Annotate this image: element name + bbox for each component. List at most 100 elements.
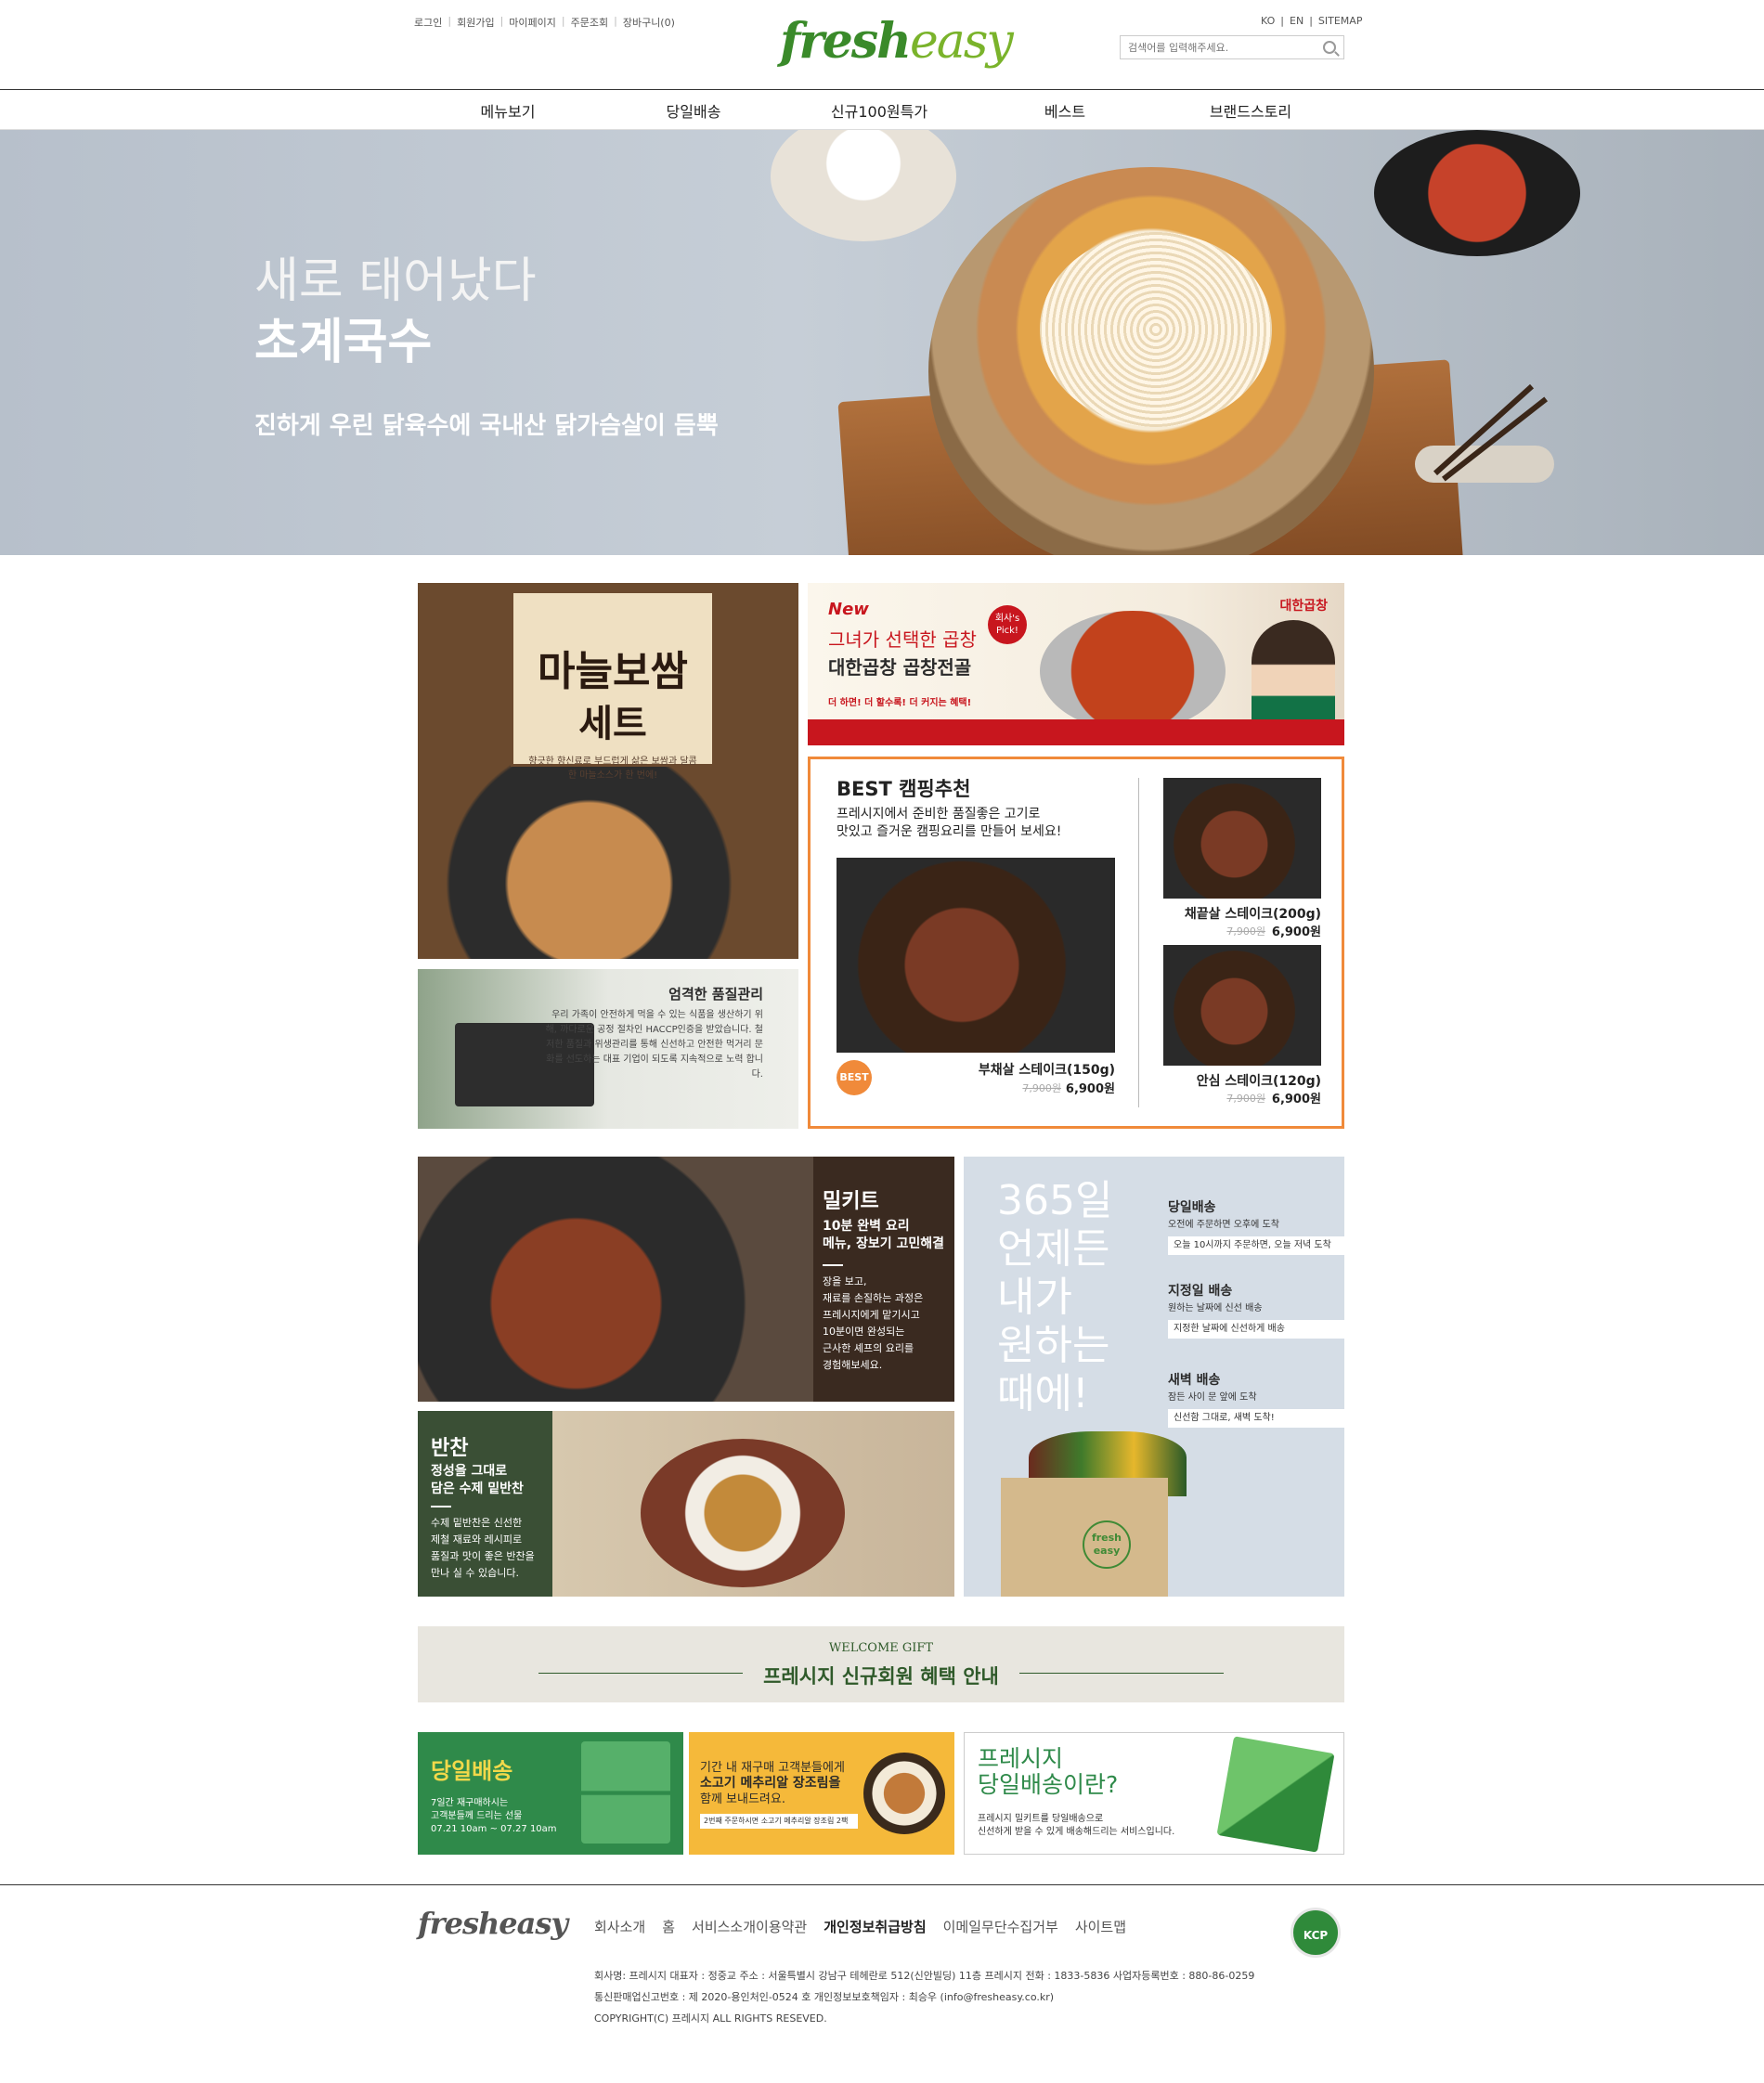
welcome-gift-title: 프레시지 신규회원 혜택 안내 [763,1665,999,1688]
product-price: 6,900원 [1271,1093,1321,1106]
same-day-info-banner[interactable]: 프레시지 당일배송이란? 프레시지 밀키트를 당일배송으로 신선하게 받을 수 … [964,1732,1344,1855]
footer-logo[interactable]: fresheasy [418,1906,568,1941]
mypage-link[interactable]: 마이페이지 [509,15,556,30]
new-label: New [828,600,869,619]
mealkit-banner[interactable]: 밀키트 10분 완벽 요리 메뉴, 장보기 고민해결 장을 보고, 재료를 손질… [418,1157,954,1402]
product-name[interactable]: 안심 스테이크(120g) [1154,1071,1321,1090]
desc-line: 제철 재료와 레시피로 [431,1533,523,1546]
company-info-line: 회사명: 프레시지 대표자 : 정중교 주소 : 서울특별시 강남구 테헤란로 … [594,1970,1255,1982]
nav-item-brand-story[interactable]: 브랜드스토리 [1158,99,1343,122]
order-lookup-link[interactable]: 주문조회 [571,15,608,30]
footer-link-privacy[interactable]: 개인정보취급방침 [824,1917,926,1936]
gopchang-brand-logo: 대한곱창 [1279,599,1328,614]
desc-line: 재료를 손질하는 과정은 [823,1292,924,1304]
delivery-type-sub: 오전에 주문하면 오후에 도착 [1168,1220,1279,1230]
product-image-striploin-steak[interactable] [1163,778,1321,899]
camping-desc-line: 프레시지에서 준비한 품질좋은 고기로 [837,807,1041,822]
site-logo[interactable]: fresheasy [780,13,1014,70]
slogan-line: 원하는 [997,1322,1110,1369]
search-icon[interactable] [1323,41,1336,54]
search-box [1120,35,1344,59]
lang-ko-link[interactable]: KO [1261,15,1275,27]
kcp-badge[interactable]: KCP [1291,1908,1341,1958]
banchan-banner[interactable]: 반찬 정성을 그대로 담은 수제 밑반찬 수제 밑반찬은 신선한 제철 재료와 … [418,1411,954,1597]
slogan-line: 언제든 [997,1225,1110,1273]
footer-link-terms[interactable]: 서비스소개이용약관 [692,1917,807,1936]
delivery-info-banner[interactable]: 365일 언제든 내가 원하는 때에! 당일배송 오전에 주문하면 오후에 도착… [964,1157,1344,1597]
slogan-line: 때에! [997,1370,1089,1417]
same-day-event-banner[interactable]: 당일배송 7일간 재구매하시는 고객분들께 드리는 선물 07.21 10am … [418,1732,683,1855]
product-image-chuck-steak[interactable] [837,858,1115,1053]
gopchang-headline: 그녀가 선택한 곱창 [828,628,977,651]
login-link[interactable]: 로그인 [414,15,442,30]
hero-banner[interactable]: 새로 태어났다 초계국수 진하게 우린 닭육수에 국내산 닭가슴살이 듬뿍 [0,130,1764,555]
red-band [808,719,1344,745]
delivery-type-box: 지정한 날짜에 신선하게 배송 [1168,1320,1344,1339]
nav-item-same-day[interactable]: 당일배송 [601,99,786,122]
delivery-type-box: 신선함 그대로, 새벽 도착! [1168,1409,1344,1428]
welcome-gift-banner[interactable]: WELCOME GIFT 프레시지 신규회원 혜택 안내 [418,1626,1344,1702]
search-input[interactable] [1128,41,1323,54]
main-nav: 메뉴보기 당일배송 신규100원특가 베스트 브랜드스토리 [0,89,1764,130]
mealkit-title: 밀키트 [823,1190,879,1213]
product-price: 6,900원 [1271,925,1321,939]
repurchase-gift-banner[interactable]: 기간 내 재구매 고객분들에게 소고기 메추리알 장조림을 함께 보내드려요. … [689,1732,954,1855]
banchan-subtitle-line: 담은 수제 밑반찬 [431,1481,524,1496]
gopchang-product: 대한곱창 곱창전골 [828,656,972,679]
divider [823,1264,843,1266]
desc-line: 10분이면 완성되는 [823,1326,905,1338]
mealkit-subtitle: 10분 완벽 요리 메뉴, 장보기 고민해결 [823,1218,944,1253]
nav-item-new-100[interactable]: 신규100원특가 [786,99,972,122]
nav-item-best[interactable]: 베스트 [972,99,1158,122]
bossam-title: 마늘보쌈 [538,648,688,695]
copyright: COPYRIGHT(C) 프레시지 ALL RIGHTS RESEVED. [594,2012,827,2025]
product-name[interactable]: 채끝살 스테이크(200g) [1154,904,1321,923]
best-camping-section: BEST 캠핑추천 프레시지에서 준비한 품질좋은 고기로 맛있고 즐거운 캠핑… [808,757,1344,1129]
quality-control-banner[interactable]: 엄격한 품질관리 우리 가족이 안전하게 먹을 수 있는 식품을 생산하기 위해… [418,969,798,1129]
footer-link-about[interactable]: 회사소개 [594,1917,645,1936]
bossam-title-set: 세트 [578,703,647,745]
mealkit-subtitle-line: 메뉴, 장보기 고민해결 [823,1236,944,1251]
divider [431,1506,451,1507]
desc-line: 신선하게 받을 수 있게 배송해드리는 서비스입니다. [978,1827,1175,1837]
banchan-title: 반찬 [431,1437,469,1460]
quality-title: 엄격한 품질관리 [668,986,763,1003]
desc-line: 프레시지 밀키트를 당일배송으로 [978,1814,1104,1824]
gift-box-image [581,1741,670,1844]
footer-link-email-policy[interactable]: 이메일무단수집거부 [943,1917,1058,1936]
mealkit-subtitle-line: 10분 완벽 요리 [823,1219,910,1234]
camping-description: 프레시지에서 준비한 품질좋은 고기로 맛있고 즐거운 캠핑요리를 만들어 보세… [837,806,1061,841]
desc-line: 만나 실 수 있습니다. [431,1567,519,1579]
delivery-type-box: 오늘 10시까지 주문하면, 오늘 저녁 도착 [1168,1236,1344,1255]
util-links-left: 로그인 | 회원가입 | 마이페이지 | 주문조회 | 장바구니(0) [414,15,675,30]
gift-pill: 2번째 주문하시면 소고기 메추리알 장조림 2팩 [700,1814,858,1829]
desc-line: 품질과 맛이 좋은 반찬을 [431,1550,535,1562]
banner-text: 기간 내 재구매 고객분들에게 소고기 메추리알 장조림을 함께 보내드려요. [700,1760,845,1807]
delivery-slogan: 365일 언제든 내가 원하는 때에! [997,1177,1112,1418]
product-image-tenderloin-steak[interactable] [1163,945,1321,1066]
kimchi-dish-image [1374,130,1580,256]
desc-line: 근사한 셰프의 요리를 [823,1342,914,1354]
chopstick-rest-image [1415,446,1554,483]
bossam-description: 향긋한 향신료로 부드럽게 삶은 보쌈과 달콤한 마늘소스가 한 번에! [528,757,697,781]
delivery-type-title: 새벽 배송 [1168,1373,1221,1388]
quality-description: 우리 가족이 안전하게 먹을 수 있는 식품을 생산하기 위해, 까다로운 공정… [545,1010,763,1080]
footer-link-home[interactable]: 홈 [662,1917,675,1936]
gopchang-banner[interactable]: New 그녀가 선택한 곱창 대한곱창 곱창전골 더 하면! 더 할수록! 더 … [808,583,1344,745]
sitemap-link[interactable]: SITEMAP [1318,15,1363,27]
signup-link[interactable]: 회원가입 [457,15,494,30]
product-name[interactable]: 부채살 스테이크(150g) [959,1060,1115,1079]
pick-badge: 회사's Pick! [988,605,1027,644]
bossam-set-banner[interactable]: 마늘보쌈 세트 향긋한 향신료로 부드럽게 삶은 보쌈과 달콤한 마늘소스가 한… [418,583,798,959]
bossam-sign: 마늘보쌈 세트 향긋한 향신료로 부드럽게 삶은 보쌈과 달콤한 마늘소스가 한… [511,590,715,781]
footer-link-sitemap[interactable]: 사이트맵 [1075,1917,1126,1936]
camping-title: BEST 캠핑추천 [837,778,971,800]
camping-desc-line: 맛있고 즐거운 캠핑요리를 만들어 보세요! [837,824,1062,839]
company-info-line: 통신판매업신고번호 : 제 2020-용인처인-0524 호 개인정보보호책임자… [594,1991,1055,2003]
banner-description: 7일간 재구매하시는 고객분들께 드리는 선물 07.21 10am ~ 07.… [431,1797,557,1836]
nav-item-menu[interactable]: 메뉴보기 [415,99,601,122]
cart-link[interactable]: 장바구니(0) [623,15,675,30]
noodles-image [1040,232,1272,427]
lang-en-link[interactable]: EN [1290,15,1304,27]
desc-line: 고객분들께 드리는 선물 [431,1811,523,1821]
